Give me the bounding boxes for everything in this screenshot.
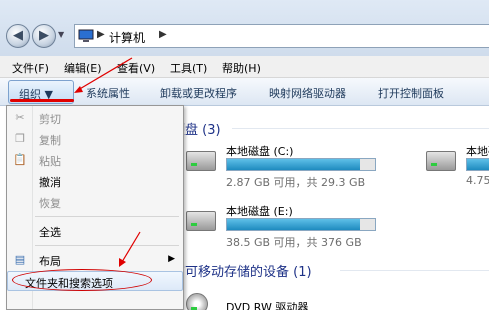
system-properties-button[interactable]: 系统属性 <box>86 85 130 101</box>
address-bar-area: ◀ ▶ ▼ ▶ 计算机 ▶ <box>0 0 489 56</box>
hard-drive-icon <box>426 151 456 171</box>
menu-item-copy[interactable]: ❐ 复制 <box>7 129 183 149</box>
drive-usage-bar <box>226 218 376 231</box>
menu-item-paste[interactable]: 📋 粘贴 <box>7 150 183 170</box>
hard-drive-icon <box>186 151 216 171</box>
menu-item-redo[interactable]: 恢复 <box>7 192 183 212</box>
menu-separator <box>35 216 179 217</box>
back-button[interactable]: ◀ <box>6 24 30 48</box>
copy-icon: ❐ <box>15 132 25 145</box>
drive-name: 本地磁盘 (E:) <box>226 205 293 218</box>
menu-separator <box>35 245 179 246</box>
layout-icon: ▤ <box>14 253 26 266</box>
computer-icon <box>78 29 94 42</box>
drive-dvd[interactable]: DVD RW 驱动器 <box>186 291 386 310</box>
drive-usage-bar <box>226 158 376 171</box>
drive-name: DVD RW 驱动器 <box>226 301 309 310</box>
address-field[interactable]: ▶ 计算机 ▶ <box>74 24 489 48</box>
drive-size: 38.5 GB 可用，共 376 GB <box>226 236 362 249</box>
paste-icon: 📋 <box>13 153 27 166</box>
menu-item-label: 恢复 <box>39 197 61 210</box>
breadcrumb-computer[interactable]: 计算机 <box>109 29 145 46</box>
drive-size: 2.87 GB 可用，共 29.3 GB <box>226 176 366 189</box>
recent-pages-dropdown-icon[interactable]: ▼ <box>58 30 64 39</box>
menu-help[interactable]: 帮助(H) <box>222 60 261 76</box>
group-header-removable[interactable]: 有可移动存储的设备 (1) <box>172 261 312 280</box>
scissors-icon: ✂ <box>15 111 25 124</box>
menu-file[interactable]: 文件(F) <box>12 60 49 76</box>
hard-drive-icon <box>186 211 216 231</box>
drive-name: 本地磁盘 <box>466 145 489 158</box>
drive-usage-fill <box>227 159 361 170</box>
menu-item-label: 布局 <box>39 255 61 268</box>
drive-name: 本地磁盘 (C:) <box>226 145 294 158</box>
forward-button[interactable]: ▶ <box>32 24 56 48</box>
drive-third[interactable]: 本地磁盘 4.75 <box>426 143 489 191</box>
menu-bar: 文件(F) 编辑(E) 查看(V) 工具(T) 帮助(H) <box>0 56 489 78</box>
group-divider <box>340 270 489 271</box>
drive-usage-fill <box>467 159 489 170</box>
map-network-drive-button[interactable]: 映射网络驱动器 <box>269 85 346 101</box>
group-divider <box>232 128 489 129</box>
menu-edit[interactable]: 编辑(E) <box>64 60 102 76</box>
menu-item-label: 复制 <box>39 134 61 147</box>
drive-usage-fill <box>227 219 361 230</box>
menu-item-label: 撤消 <box>39 176 61 189</box>
command-bar: 组织 ▼ 系统属性 卸载或更改程序 映射网络驱动器 打开控制面板 <box>0 78 489 106</box>
annotation-oval <box>12 269 152 291</box>
menu-item-label: 粘贴 <box>39 155 61 168</box>
uninstall-program-button[interactable]: 卸载或更改程序 <box>160 85 237 101</box>
drive-e[interactable]: 本地磁盘 (E:) 38.5 GB 可用，共 376 GB <box>186 203 386 251</box>
breadcrumb-separator-icon[interactable]: ▶ <box>159 29 167 40</box>
breadcrumb-separator-icon[interactable]: ▶ <box>97 29 105 40</box>
drive-usage-bar <box>466 158 489 171</box>
menu-item-layout[interactable]: ▤ 布局 ▶ <box>7 250 183 270</box>
menu-item-undo[interactable]: 撤消 <box>7 171 183 191</box>
menu-item-cut[interactable]: ✂ 剪切 <box>7 108 183 128</box>
menu-item-select-all[interactable]: 全选 <box>7 221 183 241</box>
open-control-panel-button[interactable]: 打开控制面板 <box>378 85 444 101</box>
menu-item-label: 全选 <box>39 226 61 239</box>
drive-size: 4.75 <box>466 174 489 187</box>
menu-view[interactable]: 查看(V) <box>117 60 155 76</box>
annotation-underline <box>10 99 74 102</box>
menu-tools[interactable]: 工具(T) <box>170 60 207 76</box>
dvd-drive-icon <box>186 293 208 310</box>
submenu-arrow-icon: ▶ <box>168 254 175 264</box>
drive-c[interactable]: 本地磁盘 (C:) 2.87 GB 可用，共 29.3 GB <box>186 143 386 191</box>
menu-item-label: 剪切 <box>39 113 61 126</box>
